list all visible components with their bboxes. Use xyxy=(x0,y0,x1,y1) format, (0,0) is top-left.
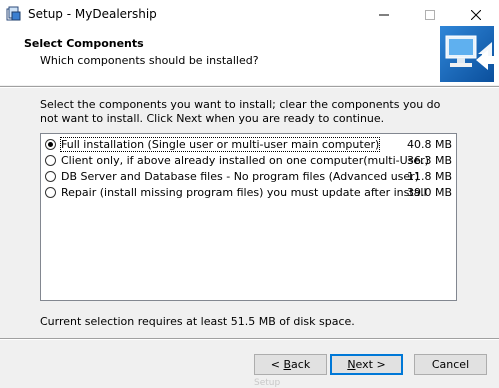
next-mnemonic: N xyxy=(347,358,356,371)
next-label-rest: ext > xyxy=(355,358,386,371)
minimize-icon xyxy=(379,14,389,15)
component-option-full[interactable]: Full installation (Single user or multi-… xyxy=(43,137,454,153)
component-size: 39.0 MB xyxy=(406,186,452,199)
footer-separator xyxy=(0,338,499,340)
title-bar: Setup - MyDealership xyxy=(0,0,499,30)
component-size: 40.8 MB xyxy=(406,138,452,151)
maximize-button[interactable] xyxy=(407,0,453,29)
maximize-icon xyxy=(425,9,435,20)
setup-icon xyxy=(6,6,22,22)
component-size: 11.8 MB xyxy=(406,170,452,183)
component-label: Repair (install missing program files) y… xyxy=(61,186,427,199)
close-button[interactable] xyxy=(453,0,499,29)
page-subtitle: Which components should be installed? xyxy=(40,54,259,67)
computer-install-icon xyxy=(440,26,494,82)
cancel-button[interactable]: Cancel xyxy=(414,354,487,375)
page-title: Select Components xyxy=(24,37,144,50)
radio-full-installation[interactable] xyxy=(45,139,56,150)
instruction-text: Select the components you want to instal… xyxy=(40,98,441,125)
wizard-header: Select Components Which components shoul… xyxy=(0,26,499,85)
radio-client-only[interactable] xyxy=(45,155,56,166)
radio-repair[interactable] xyxy=(45,187,56,198)
component-option-db-server[interactable]: DB Server and Database files - No progra… xyxy=(43,169,454,185)
radio-db-server[interactable] xyxy=(45,171,56,182)
component-option-repair[interactable]: Repair (install missing program files) y… xyxy=(43,185,454,201)
back-label-prefix: < xyxy=(270,358,284,371)
back-mnemonic: B xyxy=(283,358,292,371)
window-title: Setup - MyDealership xyxy=(28,7,157,21)
close-icon xyxy=(471,9,481,20)
component-label: Full installation (Single user or multi-… xyxy=(59,137,381,152)
components-list[interactable]: Full installation (Single user or multi-… xyxy=(40,133,457,301)
next-button[interactable]: Next > xyxy=(330,354,403,375)
header-separator xyxy=(0,86,499,88)
back-button[interactable]: < Back xyxy=(254,354,327,375)
minimize-button[interactable] xyxy=(361,0,407,29)
back-label-rest: ack xyxy=(291,358,311,371)
component-size: 36.3 MB xyxy=(406,154,452,167)
component-option-client[interactable]: Client only, if above already installed … xyxy=(43,153,454,169)
disk-space-status: Current selection requires at least 51.5… xyxy=(40,315,355,328)
component-label: DB Server and Database files - No progra… xyxy=(61,170,419,183)
component-label: Client only, if above already installed … xyxy=(61,154,429,167)
